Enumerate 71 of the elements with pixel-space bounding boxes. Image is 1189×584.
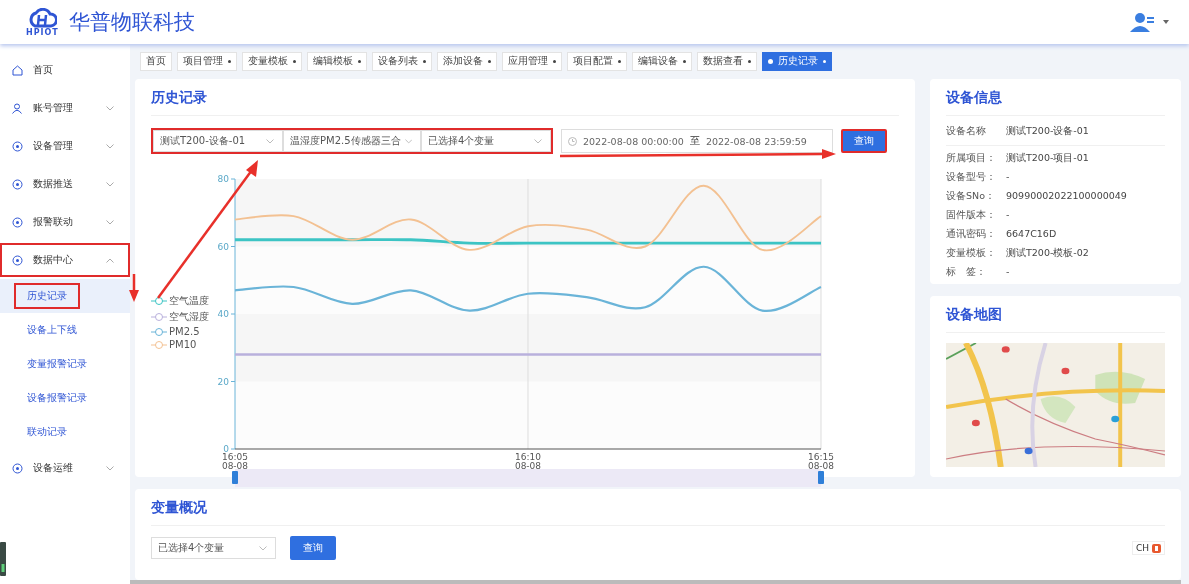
- field-value: -: [1006, 171, 1010, 184]
- legend-item[interactable]: 空气湿度: [151, 310, 219, 324]
- sidebar-subitem[interactable]: 联动记录: [14, 419, 80, 445]
- variable-select[interactable]: 已选择4个变量: [151, 537, 276, 559]
- field-label: 所属项目：: [946, 152, 997, 165]
- section-title: 变量概况: [151, 499, 1165, 526]
- field-value: 90990002022100000049: [1006, 190, 1127, 203]
- legend-item[interactable]: 空气温度: [151, 294, 219, 308]
- legend-label: 空气湿度: [169, 310, 209, 324]
- y-tick-label: 20: [217, 376, 229, 387]
- tab[interactable]: 项目配置: [567, 52, 627, 71]
- legend-item[interactable]: PM2.5: [151, 326, 219, 337]
- tab[interactable]: 应用管理: [502, 52, 562, 71]
- tab[interactable]: 编辑模板: [307, 52, 367, 71]
- sidebar-subitem[interactable]: 设备报警记录: [14, 385, 100, 411]
- sidebar-subitem[interactable]: 历史记录: [14, 283, 80, 309]
- y-tick-label: 60: [217, 241, 229, 252]
- variable-select[interactable]: 已选择4个变量: [421, 130, 551, 152]
- tab[interactable]: 项目管理: [177, 52, 237, 71]
- field-value: 测试T200-模板-02: [1006, 247, 1089, 260]
- field-label: 固件版本：: [946, 209, 997, 222]
- section-title: 设备信息: [946, 89, 1165, 116]
- tab[interactable]: 添加设备: [437, 52, 497, 71]
- y-tick-label: 80: [217, 174, 229, 184]
- sidebar-item[interactable]: 报警联动: [0, 205, 130, 239]
- query-button[interactable]: 查询: [841, 129, 887, 153]
- field-label: 标 签：: [946, 266, 987, 279]
- x-tick-label: 16:05 08-08: [221, 452, 249, 471]
- sidebar-item[interactable]: 首页: [0, 53, 130, 87]
- field-value: 测试T200-项目-01: [1006, 152, 1089, 165]
- start-date: 2022-08-08 00:00:00: [583, 135, 684, 147]
- sensor-select[interactable]: 温湿度PM2.5传感器三合: [283, 130, 421, 152]
- field-label: 设备型号：: [946, 171, 997, 184]
- tab[interactable]: 编辑设备: [632, 52, 692, 71]
- sidebar-item[interactable]: 数据推送: [0, 167, 130, 201]
- date-range-field[interactable]: 2022-08-08 00:00:00 至 2022-08-08 23:59:59: [561, 129, 833, 153]
- section-title: 设备地图: [946, 306, 1165, 333]
- section-title: 历史记录: [151, 89, 899, 116]
- sidebar-item[interactable]: 账号管理: [0, 91, 130, 125]
- field-label: 设备SNo：: [946, 190, 996, 203]
- sidebar-item[interactable]: 设备运维: [0, 451, 130, 485]
- query-button[interactable]: 查询: [290, 536, 336, 560]
- field-value: -: [1006, 266, 1010, 279]
- field-value: 测试T200-设备-01: [1006, 125, 1089, 138]
- device-select[interactable]: 测试T200-设备-01: [153, 130, 283, 152]
- sidebar-item[interactable]: 数据中心: [0, 243, 130, 277]
- y-tick-label: 40: [217, 309, 229, 319]
- tab[interactable]: 数据查看: [697, 52, 757, 71]
- legend-label: PM10: [169, 339, 197, 350]
- end-date: 2022-08-08 23:59:59: [705, 135, 807, 147]
- field-value: 6647C16D: [1006, 228, 1057, 241]
- x-tick-label: 16:15 08-08: [807, 452, 835, 471]
- tab[interactable]: 历史记录: [762, 52, 832, 71]
- x-tick-label: 16:10 08-08: [514, 452, 542, 471]
- sidebar-subitem[interactable]: 设备上下线: [14, 317, 90, 343]
- logo-text: HPIOT: [26, 27, 59, 37]
- legend-label: PM2.5: [169, 326, 200, 337]
- field-label: 变量模板：: [946, 247, 997, 260]
- field-label: 通讯密码：: [946, 228, 997, 241]
- sidebar-item[interactable]: 设备管理: [0, 129, 130, 163]
- tab[interactable]: 设备列表: [372, 52, 432, 71]
- field-label: 设备名称: [946, 125, 987, 138]
- tab[interactable]: 首页: [140, 52, 172, 71]
- tab[interactable]: 变量模板: [242, 52, 302, 71]
- field-value: -: [1006, 209, 1010, 222]
- y-tick-label: 0: [223, 444, 229, 454]
- date-separator: 至: [689, 134, 700, 148]
- legend-item[interactable]: PM10: [151, 339, 219, 350]
- sidebar-subitem[interactable]: 变量报警记录: [14, 351, 100, 377]
- legend-label: 空气温度: [169, 294, 209, 308]
- brand-title: 华普物联科技: [68, 9, 195, 36]
